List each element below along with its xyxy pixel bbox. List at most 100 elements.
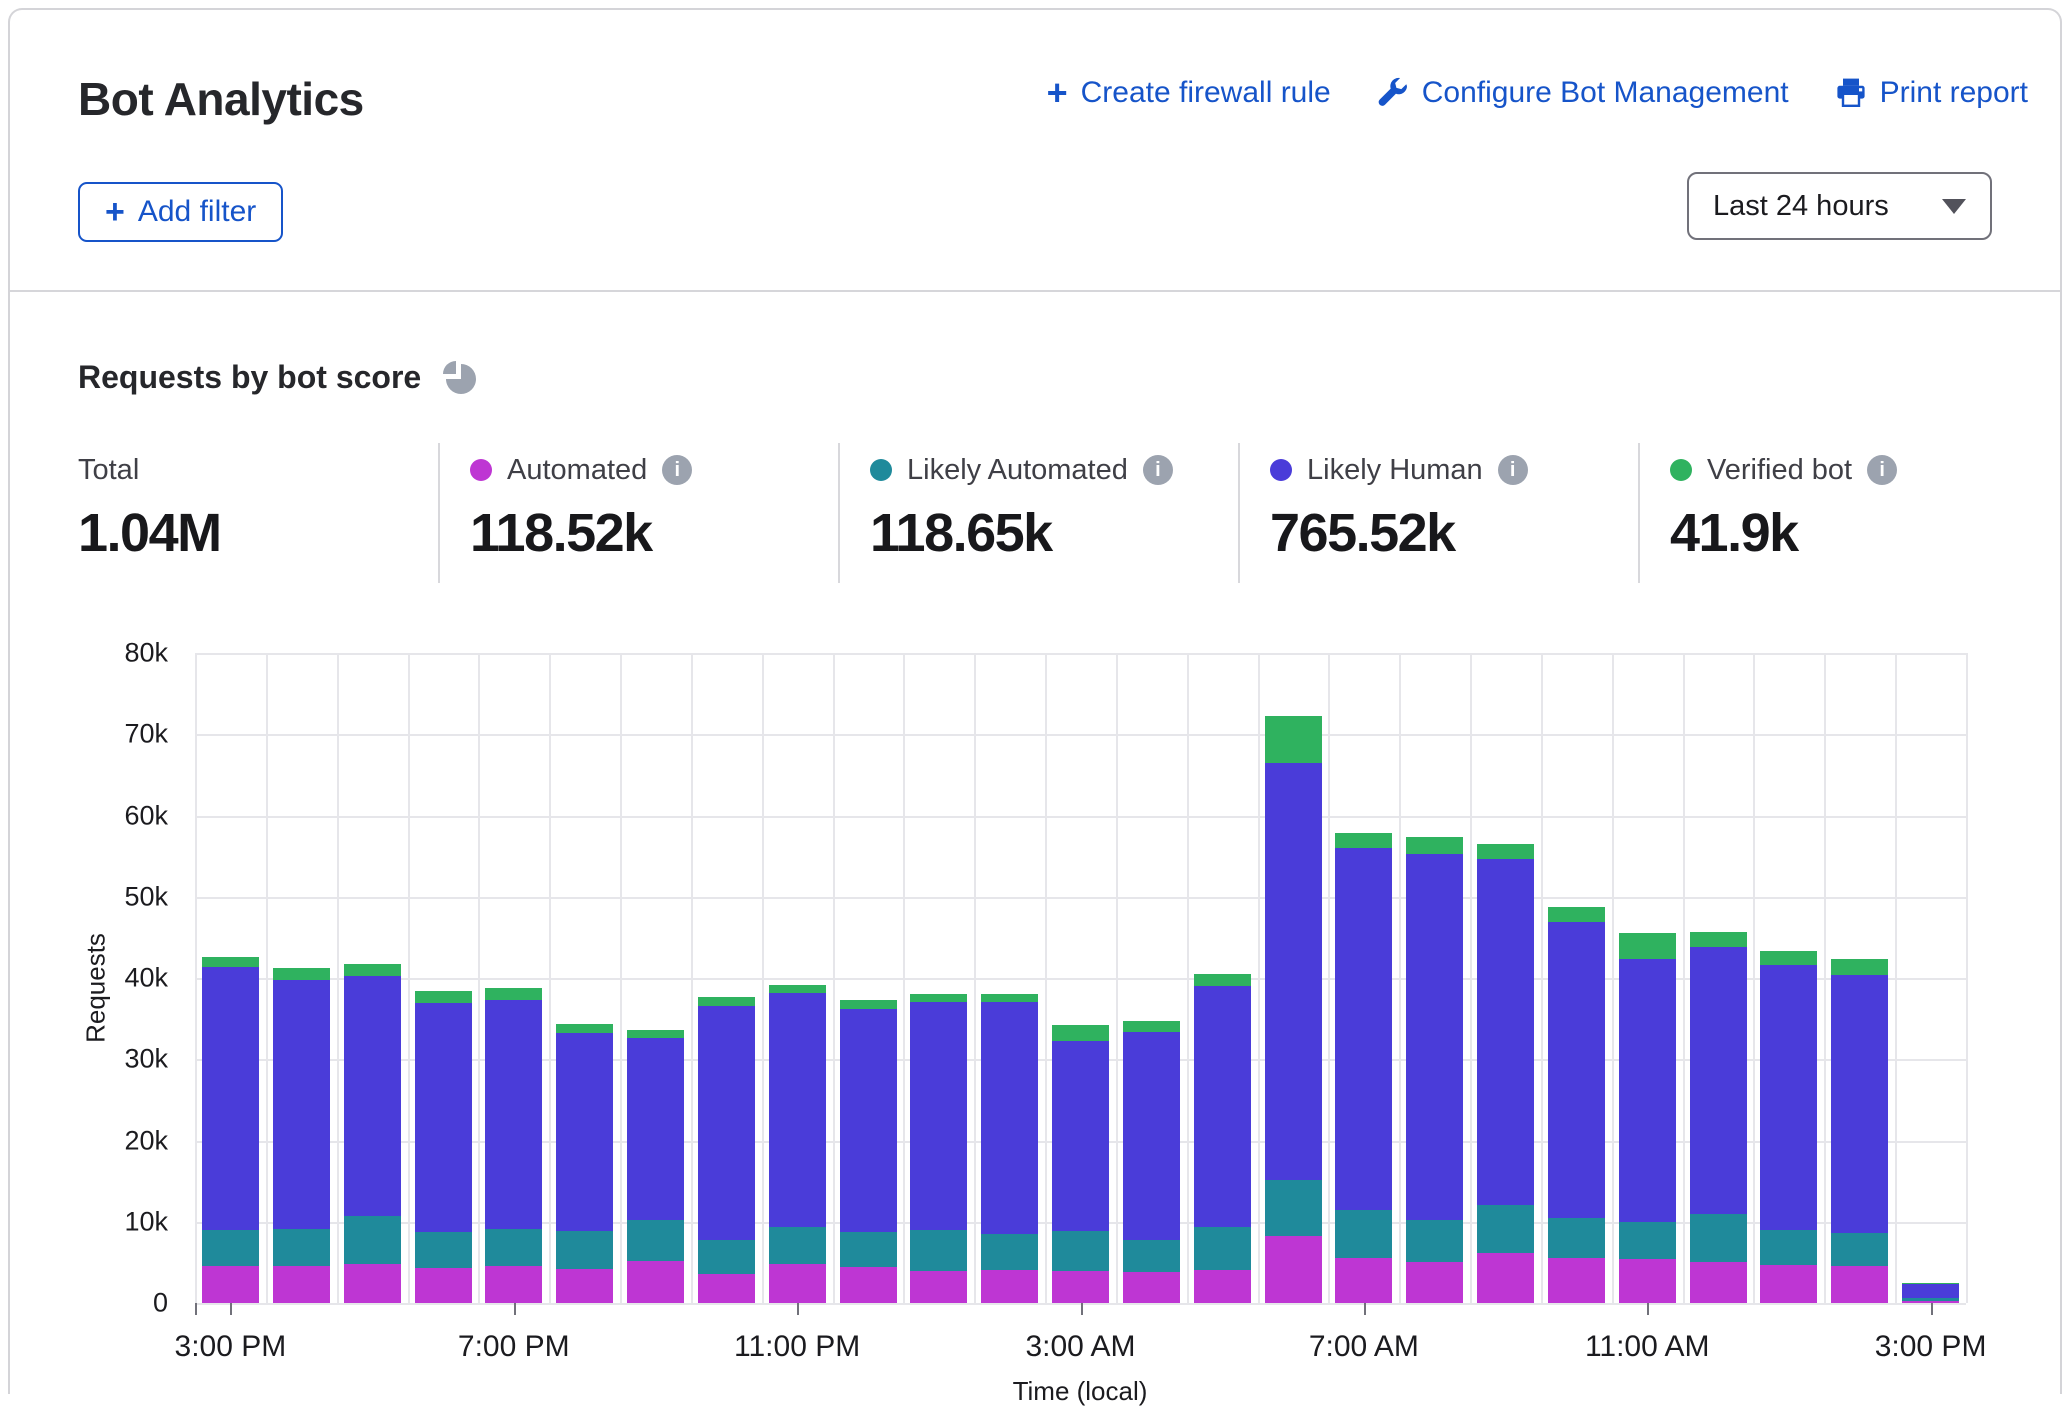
segment-likely-automated: [1194, 1227, 1251, 1269]
segment-likely-human: [1548, 922, 1605, 1218]
v-gridline: [337, 653, 339, 1303]
v-gridline: [266, 653, 268, 1303]
stat-likely-automated: Likely Automated i 118.65k: [870, 452, 1173, 564]
bar-3-00-AM[interactable]: [1052, 1025, 1109, 1303]
bar-7-00-AM[interactable]: [1335, 833, 1392, 1303]
v-gridline: [1187, 653, 1189, 1303]
time-range-select[interactable]: Last 24 hours: [1687, 172, 1992, 240]
bar-10-00-AM[interactable]: [1548, 907, 1605, 1304]
segment-verified-bot: [1831, 959, 1888, 974]
bar-10-00-PM[interactable]: [698, 997, 755, 1303]
bar-11-00-AM[interactable]: [1619, 933, 1676, 1303]
y-tick-label: 80k: [124, 638, 168, 669]
bar-6-00-PM[interactable]: [415, 991, 472, 1303]
bar-3-00-PM[interactable]: [202, 957, 259, 1303]
y-tick-label: 50k: [124, 881, 168, 912]
segment-verified-bot: [910, 994, 967, 1002]
add-filter-button[interactable]: + Add filter: [78, 182, 283, 242]
h-gridline: [195, 653, 1966, 655]
pie-chart-icon: [439, 358, 477, 396]
configure-bot-management-label: Configure Bot Management: [1422, 76, 1789, 110]
segment-likely-human: [769, 993, 826, 1228]
segment-likely-automated: [344, 1216, 401, 1264]
x-tick-label: 7:00 PM: [458, 1330, 570, 1364]
segment-likely-automated: [202, 1230, 259, 1267]
bar-12-00-PM[interactable]: [1690, 932, 1747, 1303]
segment-likely-automated: [1406, 1220, 1463, 1261]
segment-automated: [1194, 1270, 1251, 1303]
segment-automated: [627, 1261, 684, 1303]
segment-automated: [1335, 1258, 1392, 1303]
page-title: Bot Analytics: [78, 72, 364, 126]
info-icon[interactable]: i: [1143, 455, 1173, 485]
info-icon[interactable]: i: [1498, 455, 1528, 485]
segment-likely-automated: [415, 1232, 472, 1269]
stat-label: Automated: [507, 454, 647, 487]
section-title: Requests by bot score: [78, 359, 421, 396]
bar-9-00-AM[interactable]: [1477, 844, 1534, 1303]
configure-bot-management-link[interactable]: Configure Bot Management: [1377, 76, 1789, 110]
x-tick-label: 3:00 AM: [1025, 1330, 1135, 1364]
x-tick-mark: [195, 1303, 197, 1315]
segment-verified-bot: [1335, 833, 1392, 848]
bar-2-00-PM[interactable]: [1831, 959, 1888, 1303]
segment-verified-bot: [840, 1000, 897, 1009]
printer-icon: [1835, 77, 1867, 109]
bar-4-00-AM[interactable]: [1123, 1021, 1180, 1303]
segment-verified-bot: [1690, 932, 1747, 947]
segment-likely-automated: [1052, 1231, 1109, 1271]
v-gridline: [903, 653, 905, 1303]
create-firewall-rule-link[interactable]: + Create firewall rule: [1047, 76, 1331, 110]
segment-verified-bot: [1123, 1021, 1180, 1032]
bar-11-00-PM[interactable]: [769, 985, 826, 1303]
v-gridline: [1824, 653, 1826, 1303]
y-tick-label: 70k: [124, 719, 168, 750]
segment-likely-automated: [1760, 1230, 1817, 1265]
bar-8-00-PM[interactable]: [556, 1024, 613, 1303]
bar-2-00-AM[interactable]: [981, 994, 1038, 1303]
bar-12-00-AM[interactable]: [840, 1000, 897, 1303]
segment-likely-automated: [910, 1230, 967, 1271]
segment-likely-human: [1831, 975, 1888, 1233]
bar-4-00-PM[interactable]: [273, 968, 330, 1303]
x-tick-mark: [1931, 1303, 1933, 1315]
segment-likely-automated: [1335, 1210, 1392, 1258]
print-report-link[interactable]: Print report: [1835, 76, 2028, 110]
x-axis-tick-labels: 3:00 PM7:00 PM11:00 PM3:00 AM7:00 AM11:0…: [195, 1330, 1966, 1370]
segment-automated: [273, 1266, 330, 1303]
segment-likely-automated: [1690, 1214, 1747, 1263]
bar-3-00-PM[interactable]: [1902, 1283, 1959, 1303]
segment-likely-human: [698, 1006, 755, 1241]
segment-likely-human: [202, 967, 259, 1229]
bar-1-00-PM[interactable]: [1760, 951, 1817, 1303]
y-tick-label: 0: [153, 1288, 168, 1319]
v-gridline: [1753, 653, 1755, 1303]
segment-automated: [1123, 1272, 1180, 1303]
segment-likely-human: [1194, 986, 1251, 1227]
v-gridline: [620, 653, 622, 1303]
stat-value: 1.04M: [78, 502, 221, 564]
v-gridline: [762, 653, 764, 1303]
v-gridline: [1258, 653, 1260, 1303]
bar-9-00-PM[interactable]: [627, 1030, 684, 1303]
likely-human-legend-dot: [1270, 459, 1292, 481]
v-gridline: [1541, 653, 1543, 1303]
stat-value: 765.52k: [1270, 502, 1528, 564]
bar-6-00-AM[interactable]: [1265, 716, 1322, 1303]
bar-5-00-AM[interactable]: [1194, 974, 1251, 1303]
segment-likely-automated: [1265, 1180, 1322, 1236]
stat-label: Total: [78, 454, 139, 487]
info-icon[interactable]: i: [662, 455, 692, 485]
bar-1-00-AM[interactable]: [910, 994, 967, 1303]
segment-likely-automated: [1477, 1205, 1534, 1253]
v-gridline: [478, 653, 480, 1303]
bar-7-00-PM[interactable]: [485, 988, 542, 1303]
bar-5-00-PM[interactable]: [344, 964, 401, 1303]
info-icon[interactable]: i: [1867, 455, 1897, 485]
stat-divider: [1238, 443, 1240, 583]
segment-likely-human: [273, 980, 330, 1229]
bar-8-00-AM[interactable]: [1406, 837, 1463, 1303]
x-tick-label: 3:00 PM: [1875, 1330, 1987, 1364]
v-gridline: [1045, 653, 1047, 1303]
segment-likely-automated: [698, 1240, 755, 1273]
